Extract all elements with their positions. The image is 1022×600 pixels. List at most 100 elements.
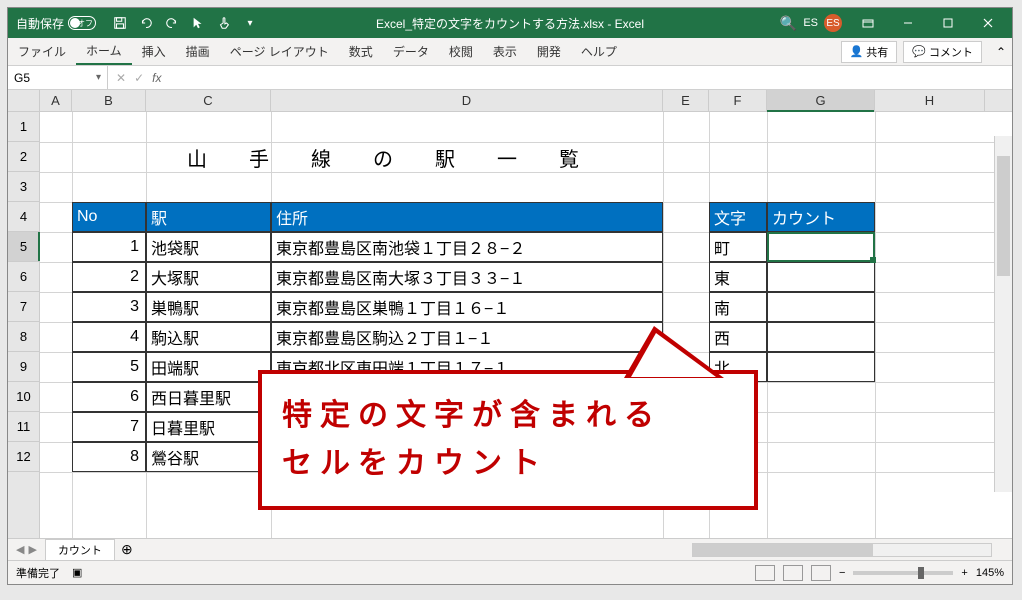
cells[interactable]: 山手線の駅一覧 No 駅 住所 1 池袋駅 東京都豊島区南池袋１丁目２８−２ 2… — [40, 112, 1012, 538]
minimize-icon[interactable] — [888, 8, 928, 38]
count-cell[interactable] — [767, 322, 875, 352]
count-header-char[interactable]: 文字 — [709, 202, 767, 232]
undo-icon[interactable] — [134, 11, 158, 35]
count-cell[interactable] — [767, 262, 875, 292]
main-header-station[interactable]: 駅 — [146, 202, 271, 232]
row-6[interactable]: 6 — [8, 262, 39, 292]
table-cell[interactable]: 大塚駅 — [146, 262, 271, 292]
zoom-level[interactable]: 145% — [976, 567, 1004, 579]
table-cell[interactable]: 3 — [72, 292, 146, 322]
row-12[interactable]: 12 — [8, 442, 39, 472]
table-cell[interactable]: 東京都豊島区南池袋１丁目２８−２ — [271, 232, 663, 262]
search-icon[interactable]: 🔍 — [780, 15, 797, 32]
col-G[interactable]: G — [767, 90, 875, 111]
redo-icon[interactable] — [160, 11, 184, 35]
tab-file[interactable]: ファイル — [8, 38, 76, 65]
row-8[interactable]: 8 — [8, 322, 39, 352]
sheet-tab[interactable]: カウント — [45, 539, 115, 560]
cursor-icon[interactable] — [186, 11, 210, 35]
col-E[interactable]: E — [663, 90, 709, 111]
ribbon-collapse-icon[interactable]: ⌃ — [990, 45, 1012, 59]
tab-insert[interactable]: 挿入 — [132, 38, 176, 65]
tab-pagelayout[interactable]: ページ レイアウト — [220, 38, 339, 65]
row-7[interactable]: 7 — [8, 292, 39, 322]
autosave-toggle[interactable]: 自動保存 オフ — [8, 15, 104, 32]
table-cell[interactable]: 7 — [72, 412, 146, 442]
count-cell[interactable] — [767, 232, 875, 262]
cancel-icon[interactable]: ✕ — [116, 71, 126, 85]
main-header-address[interactable]: 住所 — [271, 202, 663, 232]
zoom-out-icon[interactable]: − — [839, 567, 845, 579]
save-icon[interactable] — [108, 11, 132, 35]
view-normal-icon[interactable] — [755, 565, 775, 581]
col-D[interactable]: D — [271, 90, 663, 111]
scroll-thumb[interactable] — [693, 544, 873, 556]
touch-icon[interactable] — [212, 11, 236, 35]
table-cell[interactable]: 鶯谷駅 — [146, 442, 271, 472]
view-pagelayout-icon[interactable] — [783, 565, 803, 581]
row-10[interactable]: 10 — [8, 382, 39, 412]
tab-home[interactable]: ホーム — [76, 38, 132, 65]
table-cell[interactable]: 東京都豊島区巣鴨１丁目１６−１ — [271, 292, 663, 322]
table-cell[interactable]: 1 — [72, 232, 146, 262]
sheet-next-icon[interactable]: ▶ — [28, 543, 36, 556]
view-pagebreak-icon[interactable] — [811, 565, 831, 581]
col-H[interactable]: H — [875, 90, 985, 111]
table-cell[interactable]: 田端駅 — [146, 352, 271, 382]
count-cell[interactable] — [767, 352, 875, 382]
row-11[interactable]: 11 — [8, 412, 39, 442]
comment-button[interactable]: 💬コメント — [903, 41, 982, 63]
row-1[interactable]: 1 — [8, 112, 39, 142]
fx-icon[interactable]: fx — [152, 71, 161, 85]
table-cell[interactable]: 2 — [72, 262, 146, 292]
ribbon-display-icon[interactable] — [848, 8, 888, 38]
table-cell[interactable]: 駒込駅 — [146, 322, 271, 352]
tab-review[interactable]: 校閲 — [439, 38, 483, 65]
sheet-prev-icon[interactable]: ◀ — [16, 543, 24, 556]
user-badge[interactable]: ES — [824, 14, 842, 32]
table-cell[interactable]: 東京都豊島区駒込２丁目１−１ — [271, 322, 663, 352]
select-all-corner[interactable] — [8, 90, 40, 111]
count-header-count[interactable]: カウント — [767, 202, 875, 232]
table-cell[interactable]: 4 — [72, 322, 146, 352]
enter-icon[interactable]: ✓ — [134, 71, 144, 85]
tab-view[interactable]: 表示 — [483, 38, 527, 65]
table-cell[interactable]: 西日暮里駅 — [146, 382, 271, 412]
main-header-no[interactable]: No — [72, 202, 146, 232]
count-cell[interactable]: 東 — [709, 262, 767, 292]
vertical-scrollbar[interactable] — [994, 136, 1012, 492]
horizontal-scrollbar[interactable] — [692, 543, 992, 557]
col-C[interactable]: C — [146, 90, 271, 111]
tab-help[interactable]: ヘルプ — [571, 38, 627, 65]
count-cell[interactable] — [767, 292, 875, 322]
qat-dropdown-icon[interactable]: ▾ — [238, 11, 262, 35]
share-button[interactable]: 👤共有 — [841, 41, 898, 63]
table-cell[interactable]: 日暮里駅 — [146, 412, 271, 442]
table-cell[interactable]: 5 — [72, 352, 146, 382]
row-9[interactable]: 9 — [8, 352, 39, 382]
tab-data[interactable]: データ — [383, 38, 439, 65]
formula-input[interactable] — [169, 66, 1012, 89]
sheet-title[interactable]: 山手線の駅一覧 — [114, 142, 694, 172]
table-cell[interactable]: 6 — [72, 382, 146, 412]
add-sheet-icon[interactable]: ⊕ — [115, 541, 139, 558]
toggle-switch[interactable]: オフ — [68, 16, 96, 30]
col-B[interactable]: B — [72, 90, 146, 111]
row-3[interactable]: 3 — [8, 172, 39, 202]
close-icon[interactable] — [968, 8, 1008, 38]
row-4[interactable]: 4 — [8, 202, 39, 232]
tab-draw[interactable]: 描画 — [176, 38, 220, 65]
macro-record-icon[interactable]: ▣ — [72, 566, 82, 579]
row-2[interactable]: 2 — [8, 142, 39, 172]
tab-formulas[interactable]: 数式 — [339, 38, 383, 65]
name-box-dropdown-icon[interactable]: ▾ — [96, 72, 101, 83]
tab-developer[interactable]: 開発 — [527, 38, 571, 65]
zoom-in-icon[interactable]: + — [961, 567, 967, 579]
count-cell[interactable]: 町 — [709, 232, 767, 262]
name-box[interactable]: G5 ▾ — [8, 66, 108, 89]
maximize-icon[interactable] — [928, 8, 968, 38]
scroll-thumb[interactable] — [997, 156, 1010, 276]
table-cell[interactable]: 東京都豊島区南大塚３丁目３３−１ — [271, 262, 663, 292]
table-cell[interactable]: 池袋駅 — [146, 232, 271, 262]
table-cell[interactable]: 8 — [72, 442, 146, 472]
